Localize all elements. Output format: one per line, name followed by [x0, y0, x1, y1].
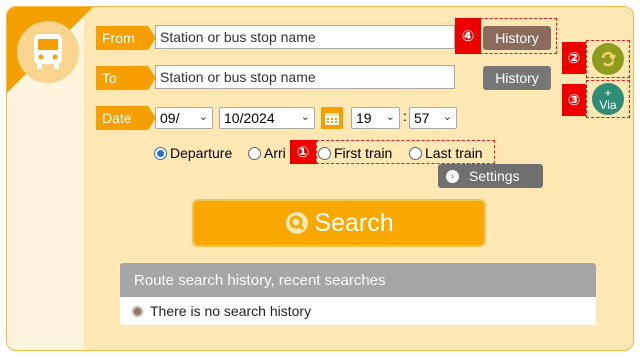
month-year-value: 10/2024: [224, 110, 275, 126]
bus-icon: [34, 34, 62, 69]
swap-button[interactable]: [592, 43, 624, 75]
chevron-down-icon: ⌄: [198, 111, 208, 123]
bullet-icon: [132, 305, 143, 317]
search-label: Search: [314, 208, 394, 237]
radio-departure-label: Departure: [170, 145, 233, 161]
date-label: Date: [96, 106, 156, 130]
time-separator: :: [403, 108, 407, 124]
minute-value: 57: [414, 110, 430, 126]
hour-select[interactable]: 19 ⌄: [351, 107, 400, 129]
annotation-badge-3: ③: [562, 84, 586, 116]
month-year-select[interactable]: 10/2024 ⌄: [219, 107, 315, 129]
swap-icon: [601, 51, 616, 67]
to-label: To: [96, 66, 156, 90]
minute-select[interactable]: 57 ⌄: [409, 107, 457, 129]
history-empty-row: There is no search history: [120, 297, 596, 325]
search-history-box: Route search history, recent searches Th…: [120, 263, 596, 325]
day-value: 09/: [160, 110, 180, 126]
radio-arrival-dot[interactable]: [248, 146, 261, 160]
chevron-down-icon: ⌄: [300, 111, 310, 123]
radio-first-train[interactable]: First train: [318, 145, 392, 161]
to-input[interactable]: [155, 65, 455, 89]
chevron-right-icon: ›: [446, 169, 459, 183]
calendar-icon: [325, 113, 339, 125]
settings-button[interactable]: › Settings: [438, 164, 543, 188]
chevron-down-icon: ⌄: [442, 111, 452, 123]
chevron-down-icon: ⌄: [385, 111, 395, 123]
from-input[interactable]: [155, 25, 455, 49]
day-select[interactable]: 09/ ⌄: [155, 107, 213, 129]
radio-last-train[interactable]: Last train: [409, 145, 483, 161]
search-button[interactable]: Search: [192, 199, 486, 247]
from-history-button[interactable]: History: [483, 26, 551, 50]
to-history-button[interactable]: History: [483, 66, 551, 90]
hour-value: 19: [356, 110, 372, 126]
radio-last-train-label: Last train: [425, 145, 483, 161]
radio-first-train-label: First train: [334, 145, 393, 161]
radio-arrival[interactable]: Arri: [248, 145, 286, 161]
annotation-badge-4: ④: [455, 18, 481, 54]
radio-departure[interactable]: Departure: [154, 145, 232, 161]
annotation-badge-2: ②: [562, 42, 586, 74]
settings-label: Settings: [469, 168, 520, 184]
history-title: Route search history, recent searches: [120, 263, 596, 297]
via-button[interactable]: + Via: [592, 83, 624, 115]
radio-last-train-dot[interactable]: [409, 146, 422, 160]
from-label: From: [96, 26, 156, 50]
via-label: Via: [599, 98, 617, 112]
search-icon: [286, 212, 309, 234]
calendar-button[interactable]: [321, 107, 343, 129]
annotation-badge-1: ①: [290, 140, 316, 164]
bus-badge: [17, 21, 79, 83]
radio-first-train-dot[interactable]: [318, 146, 331, 160]
history-empty-text: There is no search history: [150, 303, 312, 319]
radio-arrival-label: Arri: [264, 145, 286, 161]
radio-departure-dot[interactable]: [154, 146, 167, 160]
